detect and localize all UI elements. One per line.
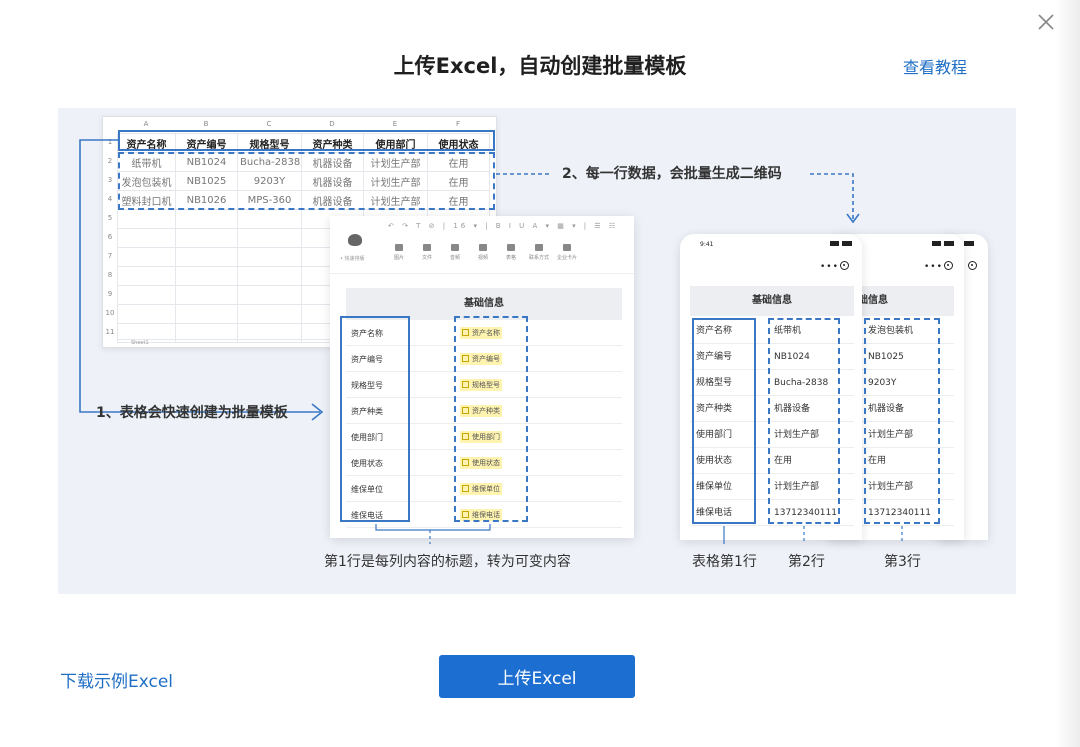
close-button[interactable] bbox=[1034, 10, 1058, 34]
caption-editor: 第1行是每列内容的标题，转为可变内容 bbox=[324, 554, 571, 570]
download-sample-excel-link[interactable]: 下载示例Excel bbox=[60, 667, 173, 692]
caption-row2: 第2行 bbox=[788, 554, 825, 570]
note-template-created: 1、表格会快速创建为批量模板 bbox=[96, 405, 288, 421]
illustration-panel: ABCDEF 1 2 3 4 5 6 7 8 9 10 11 资产名称 资产编号 规格型号 资产种类 使用部… bbox=[58, 108, 1016, 594]
caption-row1: 表格第1行 bbox=[692, 554, 757, 570]
view-tutorial-link[interactable]: 查看教程 bbox=[903, 54, 967, 78]
note-batch-qrcode: 2、每一行数据，会批量生成二维码 bbox=[562, 166, 782, 182]
close-icon bbox=[1038, 14, 1054, 30]
upload-excel-button[interactable]: 上传Excel bbox=[439, 655, 635, 698]
window-edge-shadow bbox=[1056, 0, 1080, 747]
connector-lines bbox=[79, 139, 903, 544]
caption-row3: 第3行 bbox=[884, 554, 921, 570]
